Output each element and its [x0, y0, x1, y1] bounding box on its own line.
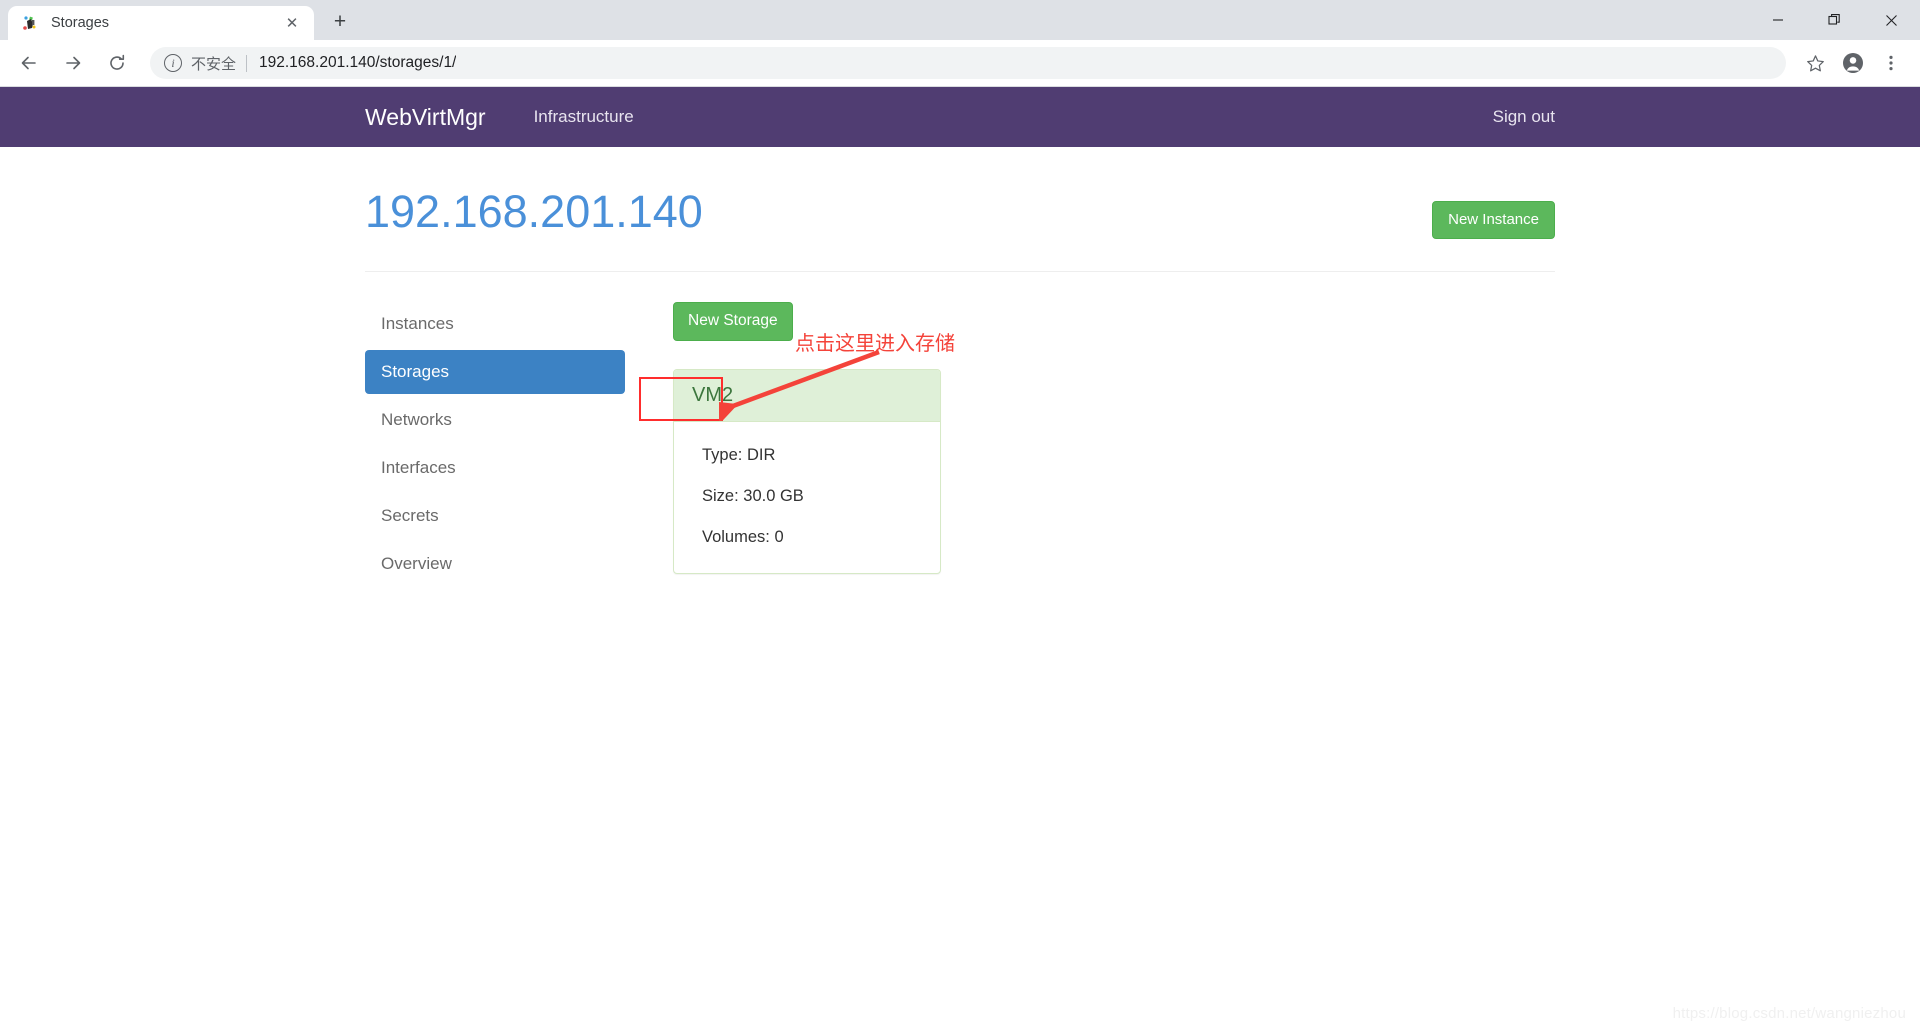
window-close-button[interactable] — [1863, 0, 1920, 40]
sidebar-item-interfaces[interactable]: Interfaces — [365, 446, 625, 490]
back-button-icon[interactable] — [12, 46, 46, 80]
content-row: Instances Storages Networks Interfaces S… — [365, 272, 1555, 590]
new-instance-button[interactable]: New Instance — [1432, 201, 1555, 239]
new-storage-button[interactable]: New Storage — [673, 302, 793, 341]
browser-toolbar: i 不安全 192.168.201.140/storages/1/ — [0, 40, 1920, 87]
omnibox-divider — [246, 54, 248, 72]
page-title: 192.168.201.140 — [365, 186, 703, 237]
watermark-text: https://blog.csdn.net/wangniezhou — [1672, 1005, 1906, 1022]
window-minimize-button[interactable] — [1749, 0, 1806, 40]
nav-item-infrastructure[interactable]: Infrastructure — [534, 107, 634, 127]
address-bar[interactable]: i 不安全 192.168.201.140/storages/1/ — [150, 47, 1786, 79]
browser-chrome: Storages ✕ + i 不安全 192.168.201.140/stora… — [0, 0, 1920, 87]
tab-strip: Storages ✕ + — [0, 0, 1920, 40]
browser-tab-storages[interactable]: Storages ✕ — [8, 6, 314, 40]
storage-name-link[interactable]: VM2 — [692, 384, 733, 406]
page-header: 192.168.201.140 New Instance — [365, 147, 1555, 239]
security-status-label: 不安全 — [191, 55, 237, 73]
webvirtmgr-favicon — [22, 15, 39, 32]
storage-size-line: Size: 30.0 GB — [702, 486, 804, 505]
sidebar-item-storages[interactable]: Storages — [365, 350, 625, 394]
annotation-caption: 点击这里进入存储 — [795, 331, 955, 355]
storage-volumes-line: Volumes: 0 — [702, 527, 784, 546]
browser-menu-icon[interactable] — [1874, 46, 1908, 80]
tab-title: Storages — [51, 15, 110, 31]
sign-out-link[interactable]: Sign out — [1493, 107, 1555, 127]
new-tab-button[interactable]: + — [324, 6, 356, 38]
url-text: 192.168.201.140/storages/1/ — [259, 54, 457, 71]
reload-button-icon[interactable] — [100, 46, 134, 80]
profile-avatar-icon[interactable] — [1836, 46, 1870, 80]
forward-button-icon[interactable] — [56, 46, 90, 80]
storage-card-header: VM2 — [674, 369, 940, 422]
window-controls — [1749, 0, 1920, 40]
window-restore-button[interactable] — [1806, 0, 1863, 40]
app-navbar: WebVirtMgr Infrastructure Sign out — [0, 87, 1920, 147]
bookmark-star-icon[interactable] — [1798, 46, 1832, 80]
tab-close-icon[interactable]: ✕ — [280, 11, 304, 35]
sidebar-item-secrets[interactable]: Secrets — [365, 494, 625, 538]
sidebar-nav: Instances Storages Networks Interfaces S… — [365, 302, 635, 590]
storage-card-vm2: VM2 Type: DIR Size: 30.0 GB Volumes: 0 — [673, 368, 941, 574]
main-panel: New Storage VM2 Type: DIR Size: 30.0 GB … — [635, 302, 1555, 590]
info-icon[interactable]: i — [164, 54, 182, 72]
sidebar-item-overview[interactable]: Overview — [365, 542, 625, 586]
storage-type-line: Type: DIR — [702, 445, 776, 464]
storage-card-body: Type: DIR Size: 30.0 GB Volumes: 0 — [674, 422, 940, 573]
sidebar-item-networks[interactable]: Networks — [365, 398, 625, 442]
page-container: 192.168.201.140 New Instance Instances S… — [365, 147, 1906, 1022]
sidebar-item-instances[interactable]: Instances — [365, 302, 625, 346]
brand-webvirtmgr[interactable]: WebVirtMgr — [365, 104, 486, 131]
